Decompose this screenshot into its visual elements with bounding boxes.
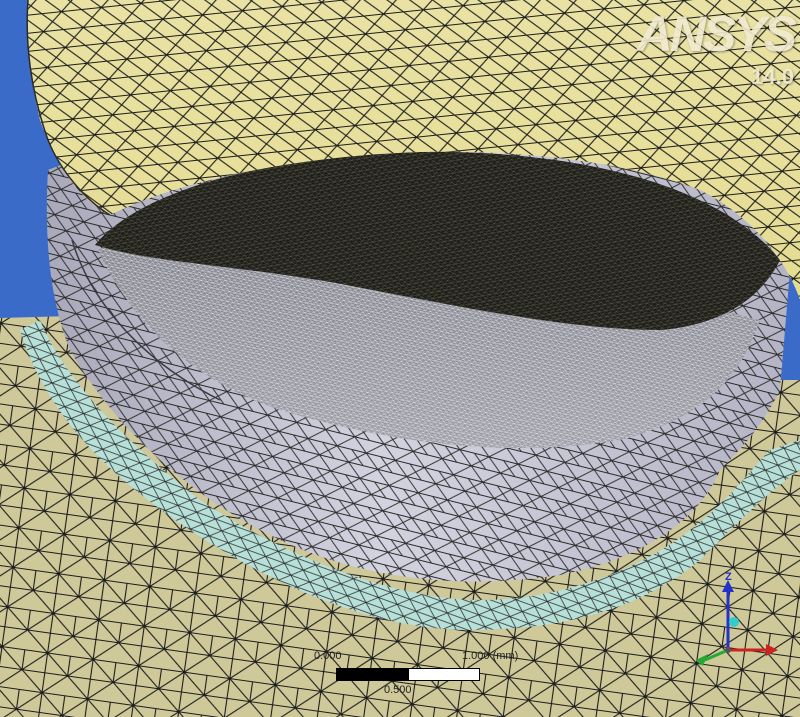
graphics-viewport[interactable]: ANSYS 14.0 0.000 1.000 (mm) 0.500 Z: [0, 0, 800, 717]
scale-mid-label: 0.500: [384, 684, 412, 696]
scale-end-label: 1.000 (mm): [462, 650, 519, 662]
scale-start-label: 0.000: [314, 650, 342, 662]
scale-bar-white-segment: [408, 668, 480, 681]
scale-bar-black-segment: [336, 668, 408, 681]
mesh-model-view[interactable]: [0, 0, 800, 717]
triad-z-label: Z: [725, 571, 732, 583]
